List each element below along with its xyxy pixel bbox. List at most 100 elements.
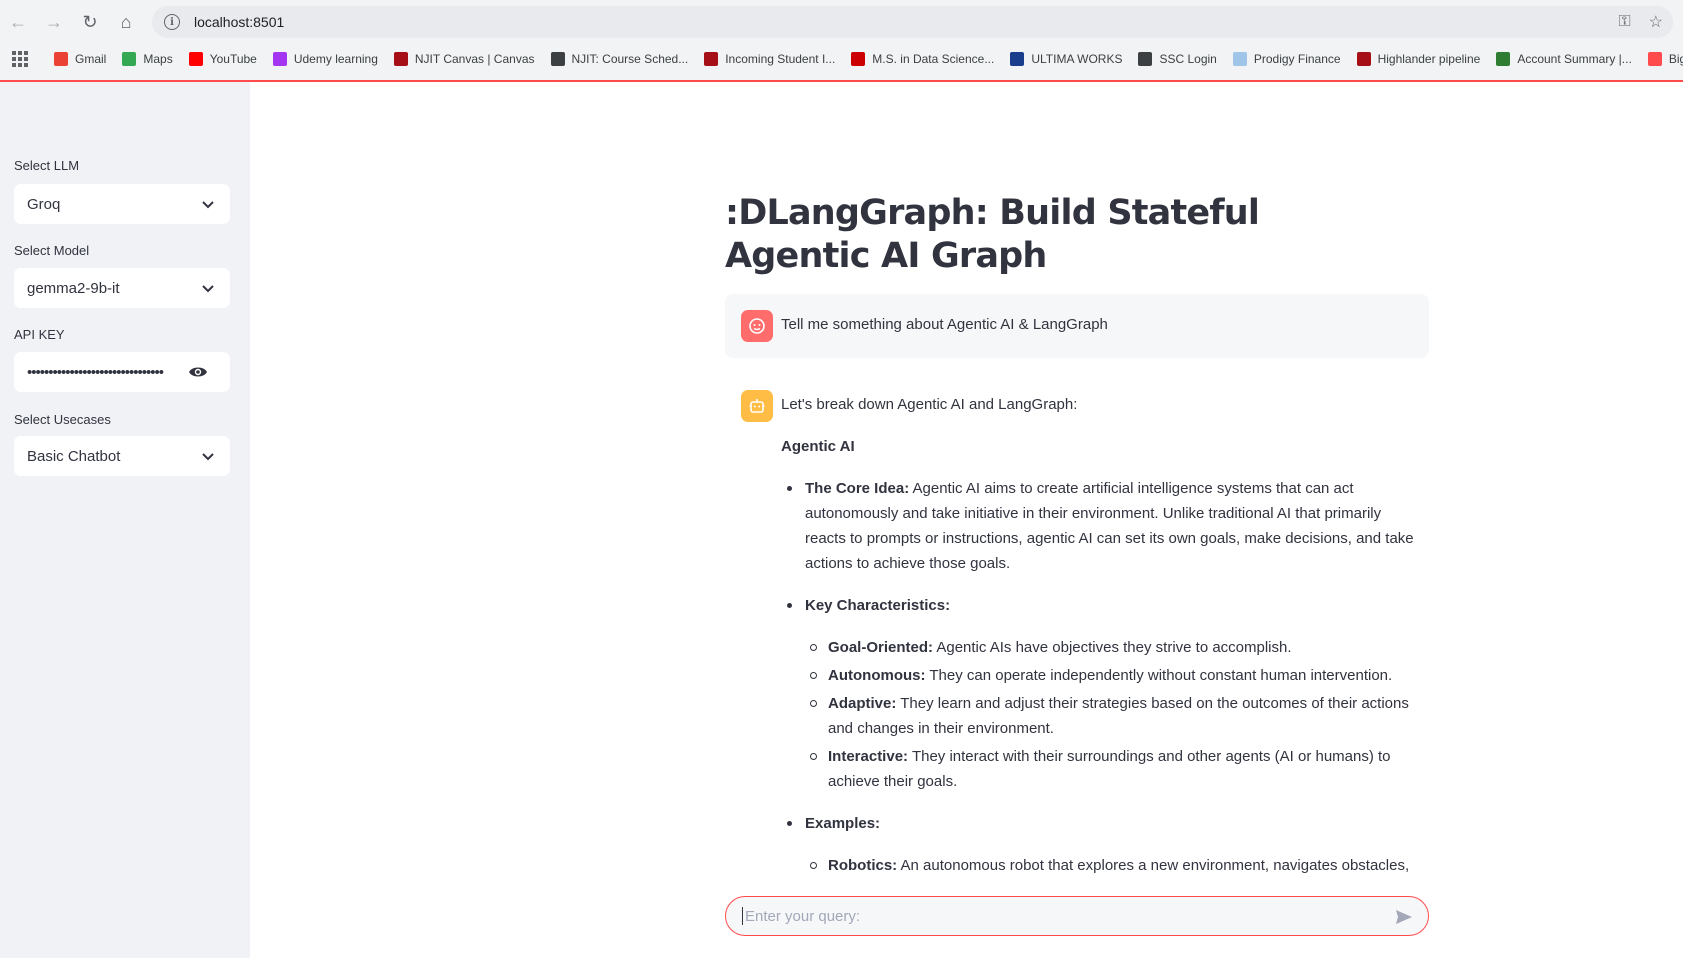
user-chat-message: Tell me something about Agentic AI & Lan… (725, 294, 1429, 358)
api-key-input[interactable]: •••••••••••••••••••••••••••••••• (14, 352, 230, 392)
robot-icon (749, 399, 765, 413)
apps-grid-icon[interactable] (12, 51, 28, 67)
forward-icon[interactable]: → (36, 0, 72, 44)
assistant-avatar (741, 390, 773, 422)
eye-icon[interactable] (188, 364, 208, 380)
list-item: The Core Idea: Agentic AI aims to create… (787, 476, 1421, 576)
sub-item-label: Robotics: (828, 857, 898, 874)
bookmark-item[interactable]: Account Summary |... (1496, 52, 1632, 66)
bookmark-label: Udemy learning (293, 52, 378, 66)
bookmark-item[interactable]: Prodigy Finance (1232, 52, 1341, 66)
bookmark-favicon-icon (54, 52, 68, 66)
sub-list-item: Interactive: They interact with their su… (810, 744, 1421, 794)
chevron-down-icon (202, 201, 214, 209)
bookmark-favicon-icon (272, 52, 287, 66)
sub-item-text: An autonomous robot that explores a new … (900, 857, 1410, 874)
page-title: :DLangGraph: Build Stateful Agentic AI G… (725, 193, 1260, 276)
bookmark-favicon-icon (1138, 52, 1153, 66)
bookmark-label: ULTIMA WORKS (1031, 52, 1123, 66)
assistant-message-body: Let's break down Agentic AI and LangGrap… (781, 392, 1421, 882)
bookmark-item[interactable]: Gmail (54, 52, 106, 66)
usecase-label: Select Usecases (14, 412, 111, 427)
send-icon[interactable] (1394, 907, 1414, 927)
bookmark-label: Gmail (75, 52, 107, 66)
home-icon[interactable]: ⌂ (108, 0, 144, 44)
assistant-intro: Let's break down Agentic AI and LangGrap… (781, 396, 1078, 413)
text-caret (742, 907, 743, 925)
star-icon[interactable]: ☆ (1649, 12, 1663, 32)
list-item: Key Characteristics: Goal-Oriented: Agen… (787, 593, 1421, 794)
sub-item-label: Adaptive: (828, 695, 897, 712)
sub-list-item: Goal-Oriented: Agentic AIs have objectiv… (810, 635, 1421, 660)
sub-list-item: Robotics: An autonomous robot that explo… (810, 853, 1421, 882)
sub-item-label: Interactive: (828, 748, 909, 765)
bookmark-favicon-icon (1232, 52, 1247, 66)
back-icon[interactable]: ← (0, 0, 36, 44)
bookmark-item[interactable]: NJIT Canvas | Canvas (393, 52, 535, 66)
user-face-icon (749, 318, 765, 334)
bookmark-label: Prodigy Finance (1253, 52, 1341, 66)
sub-list: Goal-Oriented: Agentic AIs have objectiv… (805, 635, 1421, 794)
model-select-value: gemma2-9b-it (27, 279, 120, 297)
user-avatar (741, 310, 773, 342)
bookmarks-bar: Gmail Maps YouTube Udemy learning NJIT Canva… (0, 47, 1683, 71)
address-bar[interactable]: i localhost:8501 ⚿ ☆ (152, 6, 1673, 38)
api-key-label: API KEY (14, 327, 65, 342)
api-key-value: •••••••••••••••••••••••••••••••• (27, 363, 164, 381)
bookmark-item[interactable]: Incoming Student I... (704, 52, 835, 66)
bookmark-label: Highlander pipeline (1377, 52, 1481, 66)
bookmark-label: M.S. in Data Science... (872, 52, 995, 66)
bookmark-favicon-icon (1356, 52, 1371, 66)
sub-list: Robotics: An autonomous robot that explo… (805, 853, 1421, 882)
chevron-down-icon (202, 285, 214, 293)
bookmark-item[interactable]: Big (1647, 52, 1683, 66)
key-icon[interactable]: ⚿ (1618, 13, 1630, 31)
bookmark-favicon-icon (122, 52, 137, 66)
bookmark-item[interactable]: ULTIMA WORKS (1010, 52, 1122, 66)
model-label: Select Model (14, 243, 90, 258)
reload-icon[interactable]: ↻ (72, 0, 108, 44)
bookmark-label: Incoming Student I... (725, 52, 836, 66)
usecase-select-value: Basic Chatbot (27, 447, 121, 465)
bookmark-label: NJIT: Course Sched... (571, 52, 689, 66)
bookmark-item[interactable]: Highlander pipeline (1356, 52, 1481, 66)
sub-item-label: Goal-Oriented: (828, 639, 934, 656)
usecase-select[interactable]: Basic Chatbot (14, 436, 230, 476)
bookmark-item[interactable]: SSC Login (1138, 52, 1217, 66)
bookmark-item[interactable]: YouTube (188, 52, 257, 66)
llm-select-value: Groq (27, 195, 61, 213)
llm-label: Select LLM (14, 158, 80, 173)
chat-input-placeholder: Enter your query: (745, 907, 861, 925)
url-text: localhost:8501 (194, 14, 285, 30)
sidebar: Select LLM Groq Select Model gemma2-9b-i… (0, 82, 250, 958)
bookmark-label: YouTube (209, 52, 257, 66)
bookmark-favicon-icon (550, 52, 565, 66)
bookmark-item[interactable]: Maps (122, 52, 173, 66)
bookmark-item[interactable]: M.S. in Data Science... (851, 52, 994, 66)
sub-item-label: Autonomous: (828, 667, 926, 684)
bookmark-favicon-icon (1647, 52, 1662, 66)
bullet-list: The Core Idea: Agentic AI aims to create… (781, 476, 1421, 882)
omnibox-actions: ⚿ ☆ (1618, 6, 1663, 38)
sub-item-text: They interact with their surroundings an… (828, 748, 1391, 790)
site-info-icon[interactable]: i (164, 14, 180, 30)
chat-input[interactable]: Enter your query: (725, 896, 1429, 936)
sub-item-text: They learn and adjust their strategies b… (828, 695, 1409, 737)
model-select[interactable]: gemma2-9b-it (14, 268, 230, 308)
bookmark-item[interactable]: NJIT: Course Sched... (550, 52, 689, 66)
list-item-label: Key Characteristics: (805, 597, 951, 614)
bookmark-favicon-icon (188, 52, 203, 66)
list-item-label: Examples: (805, 815, 881, 832)
sub-list-item: Autonomous: They can operate independent… (810, 663, 1421, 688)
browser-chrome: ← → ↻ ⌂ i localhost:8501 ⚿ ☆ Gmail Maps Yo… (0, 0, 1683, 82)
user-message-text: Tell me something about Agentic AI & Lan… (781, 316, 1108, 333)
bookmark-item[interactable]: Udemy learning (272, 52, 378, 66)
section-heading: Agentic AI (781, 438, 855, 455)
bookmark-label: Maps (143, 52, 173, 66)
list-item: Examples: Robotics: An autonomous robot … (787, 811, 1421, 882)
sub-list-item: Adaptive: They learn and adjust their st… (810, 691, 1421, 741)
chevron-down-icon (202, 453, 214, 461)
llm-select[interactable]: Groq (14, 184, 230, 224)
main-area: :DLangGraph: Build Stateful Agentic AI G… (250, 82, 1683, 958)
bookmark-favicon-icon (851, 52, 866, 66)
